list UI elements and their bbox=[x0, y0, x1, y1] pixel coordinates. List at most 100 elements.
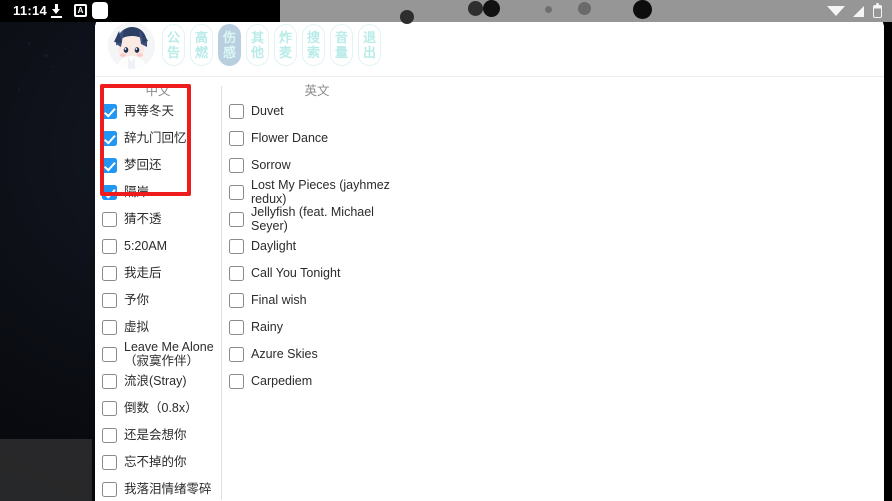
list-item[interactable]: Daylight bbox=[222, 233, 412, 260]
nav-pill-search[interactable]: 搜 索 bbox=[302, 24, 325, 66]
list-item[interactable]: Rainy bbox=[222, 314, 412, 341]
notification-blob bbox=[578, 2, 591, 15]
list-item[interactable]: 忘不掉的你 bbox=[95, 449, 221, 476]
list-item[interactable]: 我走后 bbox=[95, 260, 221, 287]
subtitle-a-icon: A bbox=[74, 4, 87, 17]
checkbox-icon[interactable] bbox=[229, 131, 244, 146]
list-item[interactable]: 隔岸 bbox=[95, 179, 221, 206]
list-item-label: Azure Skies bbox=[251, 346, 318, 361]
list-item[interactable]: Azure Skies bbox=[222, 341, 412, 368]
wallpaper-bottom-band bbox=[0, 439, 92, 501]
checkbox-icon[interactable] bbox=[102, 428, 117, 443]
nav-pill-char: 出 bbox=[362, 45, 376, 60]
checkbox-icon[interactable] bbox=[229, 158, 244, 173]
avatar[interactable] bbox=[108, 21, 155, 69]
nav-pill-char: 炸 bbox=[278, 30, 292, 45]
list-item-label: Sorrow bbox=[251, 157, 291, 172]
list-item[interactable]: 我落泪情绪零碎 bbox=[95, 476, 221, 500]
list-item[interactable]: 还是会想你 bbox=[95, 422, 221, 449]
list-item-label: Flower Dance bbox=[251, 130, 329, 145]
nav-pill-char: 公 bbox=[166, 30, 180, 45]
nav-pill-char: 麦 bbox=[278, 45, 292, 60]
notification-blob bbox=[468, 1, 483, 16]
checkbox-icon[interactable] bbox=[229, 266, 244, 281]
list-item[interactable]: Sorrow bbox=[222, 152, 412, 179]
list-item[interactable]: Duvet bbox=[222, 98, 412, 125]
list-item-label: Leave Me Alone（寂寞作伴） bbox=[124, 340, 214, 368]
list-item-label: 梦回还 bbox=[124, 157, 162, 172]
checkbox-icon[interactable] bbox=[102, 374, 117, 389]
list-item[interactable]: Jellyfish (feat. Michael Seyer) bbox=[222, 205, 412, 233]
status-bar: 11:14 A bbox=[0, 0, 892, 24]
checkbox-icon[interactable] bbox=[102, 455, 117, 470]
list-item[interactable]: 辞九门回忆 bbox=[95, 125, 221, 152]
nav-pill-mic-blast[interactable]: 炸 麦 bbox=[274, 24, 297, 66]
list-item-label: Rainy bbox=[251, 319, 283, 334]
list-item-label: 忘不掉的你 bbox=[124, 454, 187, 469]
checkbox-icon[interactable] bbox=[229, 185, 244, 200]
list-item[interactable]: Final wish bbox=[222, 287, 412, 314]
nav-pill-sad[interactable]: 伤 感 bbox=[218, 24, 241, 66]
nav-pill-exit[interactable]: 退 出 bbox=[358, 24, 381, 66]
list-item[interactable]: Lost My Pieces (jayhmez redux) bbox=[222, 178, 412, 206]
list-item[interactable]: 梦回还 bbox=[95, 152, 221, 179]
app-header: 公 告 高 燃 伤 感 其 他 炸 麦 搜 索 音 量 退 出 bbox=[95, 14, 884, 77]
column-english-title: 英文 bbox=[304, 84, 330, 98]
checkbox-icon[interactable] bbox=[102, 401, 117, 416]
battery-icon bbox=[873, 3, 882, 18]
nav-pill-char: 索 bbox=[306, 45, 320, 60]
list-item[interactable]: 5:20AM bbox=[95, 233, 221, 260]
chinese-song-list[interactable]: 再等冬天 辞九门回忆梦回还隔岸猜不透 5:20AM 我走后予你虚拟 Leave Me A… bbox=[95, 98, 221, 500]
screen-root: 公 告 高 燃 伤 感 其 他 炸 麦 搜 索 音 量 退 出 中文 再等冬天 … bbox=[0, 0, 892, 501]
song-columns: 中文 再等冬天 辞九门回忆梦回还隔岸猜不透 5:20AM 我走后予你虚拟 Leave M… bbox=[95, 77, 884, 500]
list-item-label: 我走后 bbox=[124, 265, 162, 280]
list-item-label: 5:20AM bbox=[124, 238, 168, 253]
checkbox-checked-icon[interactable] bbox=[102, 185, 117, 200]
checkbox-icon[interactable] bbox=[102, 482, 117, 497]
checkbox-icon[interactable] bbox=[229, 374, 244, 389]
nav-pill-char: 音 bbox=[334, 30, 348, 45]
list-item[interactable]: 倒数（0.8x） bbox=[95, 395, 221, 422]
checkbox-icon[interactable] bbox=[102, 266, 117, 281]
checkbox-icon[interactable] bbox=[229, 239, 244, 254]
checkbox-icon[interactable] bbox=[102, 347, 117, 362]
notification-blob bbox=[400, 10, 414, 24]
checkbox-icon[interactable] bbox=[229, 320, 244, 335]
checkbox-icon[interactable] bbox=[102, 239, 117, 254]
english-song-list[interactable]: Duvet Flower Dance Sorrow Lost My Pieces (j… bbox=[222, 98, 412, 395]
list-item[interactable]: Flower Dance bbox=[222, 125, 412, 152]
nav-pill-hype[interactable]: 高 燃 bbox=[190, 24, 213, 66]
checkbox-checked-icon[interactable] bbox=[102, 158, 117, 173]
list-item[interactable]: 再等冬天 bbox=[95, 98, 221, 125]
checkbox-checked-icon[interactable] bbox=[102, 131, 117, 146]
nav-pill-char: 伤 bbox=[222, 30, 236, 45]
nav-pill-other[interactable]: 其 他 bbox=[246, 24, 269, 66]
checkbox-icon[interactable] bbox=[229, 104, 244, 119]
list-item[interactable]: 流浪(Stray) bbox=[95, 368, 221, 395]
nav-pill-volume[interactable]: 音 量 bbox=[330, 24, 353, 66]
list-item-label: Lost My Pieces (jayhmez redux) bbox=[251, 178, 390, 206]
list-item-label: 虚拟 bbox=[124, 319, 150, 334]
list-item[interactable]: 虚拟 bbox=[95, 314, 221, 341]
checkbox-icon[interactable] bbox=[229, 347, 244, 362]
notification-blob bbox=[633, 0, 652, 19]
nav-pill-char: 搜 bbox=[306, 30, 320, 45]
list-item[interactable]: Leave Me Alone（寂寞作伴） bbox=[95, 340, 221, 368]
list-item[interactable]: 猜不透 bbox=[95, 206, 221, 233]
checkbox-icon[interactable] bbox=[102, 293, 117, 308]
list-item[interactable]: Call You Tonight bbox=[222, 260, 412, 287]
list-item-label: 隔岸 bbox=[124, 184, 150, 199]
nav-pill-char: 其 bbox=[250, 30, 264, 45]
checkbox-checked-icon[interactable] bbox=[102, 104, 117, 119]
nav-pill-announcement[interactable]: 公 告 bbox=[162, 24, 185, 66]
checkbox-icon[interactable] bbox=[102, 212, 117, 227]
list-item[interactable]: 予你 bbox=[95, 287, 221, 314]
checkbox-icon[interactable] bbox=[102, 320, 117, 335]
column-chinese-title: 中文 bbox=[145, 84, 171, 98]
wifi-icon bbox=[827, 6, 845, 16]
list-item[interactable]: Carpediem bbox=[222, 368, 412, 395]
list-item-label: Jellyfish (feat. Michael Seyer) bbox=[251, 205, 374, 233]
list-item-label: 还是会想你 bbox=[124, 427, 187, 442]
checkbox-icon[interactable] bbox=[229, 212, 244, 227]
checkbox-icon[interactable] bbox=[229, 293, 244, 308]
